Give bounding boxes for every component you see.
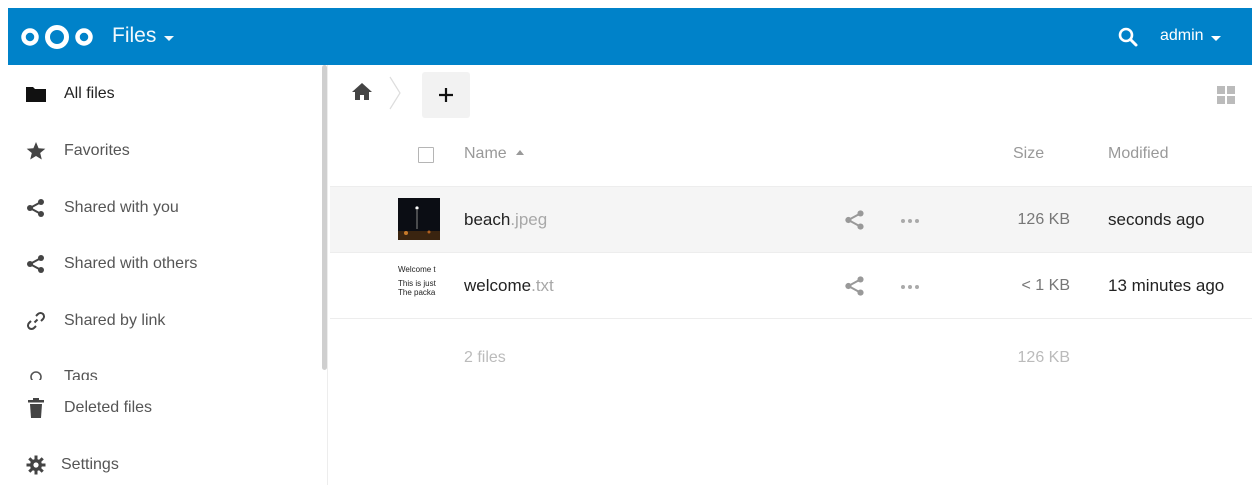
new-file-button[interactable] [422,72,470,118]
sidebar-item-label: Shared by link [64,312,166,329]
file-size: < 1 KB [1021,277,1070,294]
sidebar-item-favorites[interactable]: Favorites [8,129,318,173]
username: admin [1160,27,1204,44]
sidebar-item-shared-with-others[interactable]: Shared with others [8,242,318,286]
home-icon[interactable] [350,80,374,104]
app-menu-button[interactable]: Files [112,24,175,48]
sidebar-item-all-files[interactable]: All files [8,72,318,116]
gear-icon [24,453,48,477]
sidebar-item-settings[interactable]: Settings [8,443,318,485]
file-list-area: Name Size Modified beach.jpeg 126 KB sec… [330,65,1252,485]
file-name[interactable]: beach.jpeg [464,210,547,230]
file-thumbnail [398,198,440,240]
user-menu-button[interactable]: admin [1160,27,1221,45]
sidebar-item-deleted-files[interactable]: Deleted files [8,386,318,430]
sidebar-item-shared-with-you[interactable]: Shared with you [8,186,318,230]
share-icon[interactable] [844,275,866,297]
more-options-icon[interactable] [900,217,920,225]
search-icon[interactable] [1116,25,1140,49]
sidebar-item-label: Shared with you [64,199,179,216]
trash-icon [24,396,48,420]
text-preview-line: Welcome t [398,265,436,274]
chevron-down-icon [164,35,175,41]
plus-icon [439,88,453,102]
file-modified: 13 minutes ago [1108,276,1225,295]
more-options-icon[interactable] [900,283,920,291]
sidebar-scrollbar[interactable] [322,65,327,370]
file-summary-row: 2 files 126 KB [330,318,1252,378]
modified-column-header[interactable]: Modified [1108,145,1168,163]
table-row[interactable]: beach.jpeg 126 KB seconds ago [330,186,1252,252]
name-column-header[interactable]: Name [464,145,524,163]
file-modified: seconds ago [1108,210,1205,229]
sidebar-item-tags[interactable]: Tags [8,355,318,380]
file-name[interactable]: welcome.txt [464,276,554,296]
link-icon [24,309,48,333]
text-preview-line: This is just [398,279,436,288]
sidebar-item-label: Shared with others [64,255,198,272]
breadcrumb-separator [389,76,401,110]
sidebar-item-label: Favorites [64,142,130,159]
column-label: Name [464,145,507,162]
file-extension: .txt [531,276,554,295]
share-icon [24,252,48,276]
folder-icon [24,82,48,106]
app-title: Files [112,24,157,47]
table-row[interactable]: Welcome t This is just The packa welcome… [330,252,1252,318]
sidebar-item-shared-by-link[interactable]: Shared by link [8,299,318,343]
file-basename: beach [464,210,511,229]
navigation-sidebar: All files Favorites Shared with you Shar… [8,65,328,485]
sidebar-item-label: Tags [64,368,98,380]
top-header: Files admin [8,8,1252,65]
size-column-header[interactable]: Size [1013,145,1044,163]
sort-ascending-icon [515,149,524,155]
star-icon [24,139,48,163]
select-all-checkbox[interactable] [418,147,434,163]
chevron-down-icon [1210,35,1221,41]
file-extension: .jpeg [510,210,548,229]
file-size: 126 KB [1017,211,1070,228]
file-count: 2 files [464,349,506,366]
file-basename: welcome [464,276,532,295]
file-thumbnail: Welcome t This is just The packa [398,265,440,307]
sidebar-item-label: Settings [61,456,119,473]
column-label: Modified [1108,145,1169,162]
share-icon [24,196,48,220]
sidebar-item-label: Deleted files [64,399,153,416]
sidebar-list: All files Favorites Shared with you Shar… [8,65,318,380]
total-size: 126 KB [1017,349,1070,366]
text-preview-line: The packa [398,288,436,297]
share-icon[interactable] [844,209,866,231]
sidebar-item-label: All files [64,85,115,102]
nextcloud-logo[interactable] [20,24,94,50]
tag-icon [24,365,48,380]
grid-view-icon[interactable] [1216,85,1236,105]
column-label: Size [1013,145,1045,162]
